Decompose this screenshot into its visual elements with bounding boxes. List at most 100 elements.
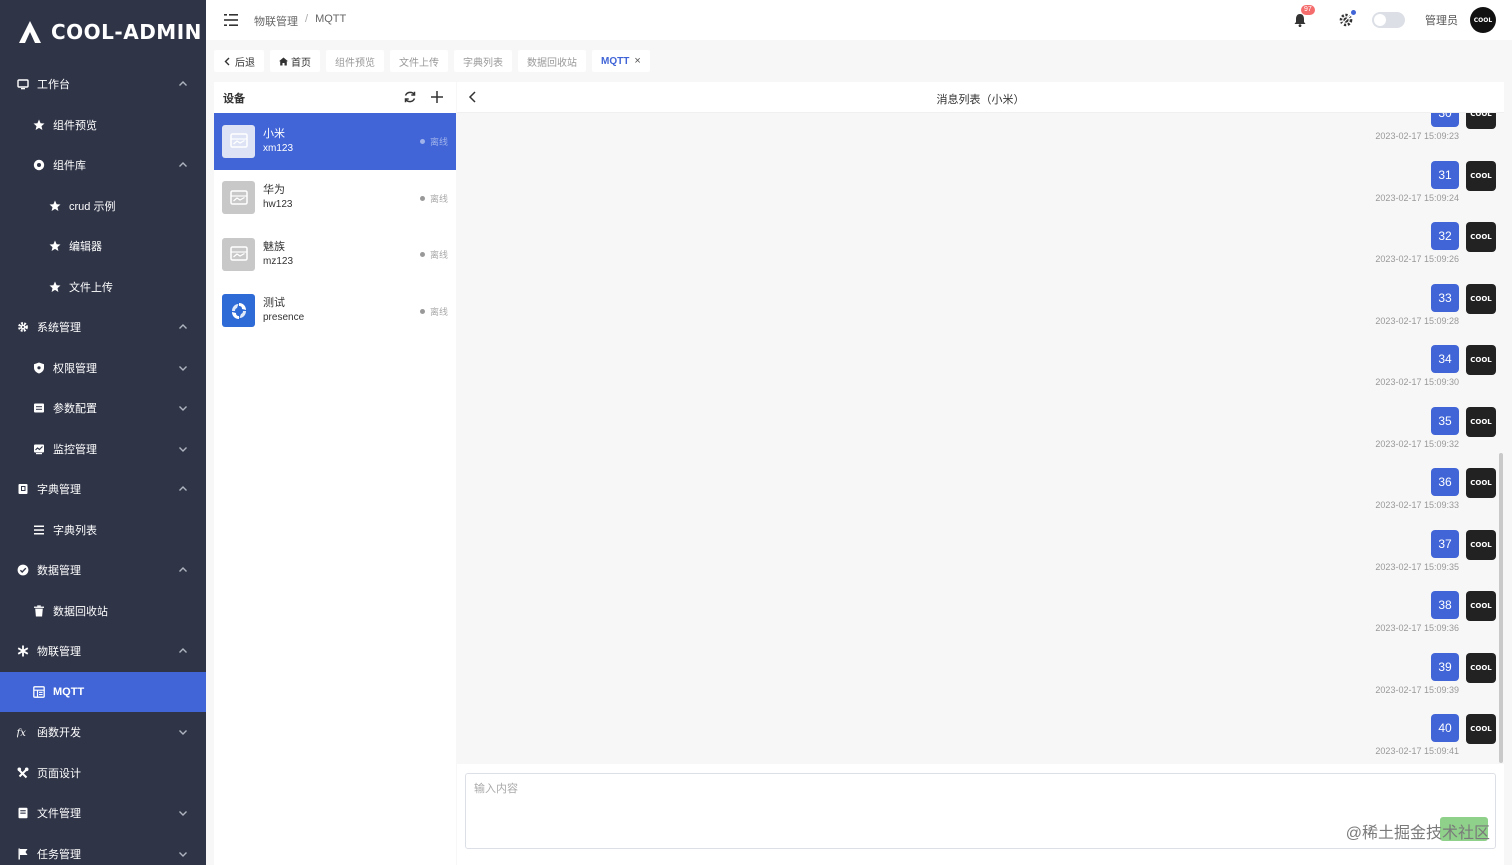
sidebar-item[interactable]: 数据回收站 — [0, 591, 206, 632]
message-avatar: COOL — [1466, 222, 1496, 252]
device-item[interactable]: 测试 presence 离线 — [214, 283, 456, 340]
add-icon[interactable] — [430, 90, 444, 104]
sidebar-item[interactable]: 工作台 — [0, 64, 206, 105]
circle-icon — [32, 158, 46, 172]
file-icon — [16, 806, 30, 820]
tools-icon — [16, 766, 30, 780]
chevron-up-icon — [178, 160, 188, 170]
tab[interactable]: 文件上传 — [390, 50, 448, 72]
message-bubble[interactable]: 32 — [1431, 222, 1459, 250]
sidebar-item-label: 字典列表 — [53, 524, 97, 537]
refresh-icon[interactable] — [403, 90, 417, 104]
notification-button[interactable]: 97 — [1292, 5, 1315, 28]
device-item[interactable]: 华为 hw123 离线 — [214, 170, 456, 227]
menu-toggle-icon[interactable] — [224, 13, 238, 27]
logo[interactable]: COOL-ADMIN — [0, 0, 206, 64]
tab[interactable]: MQTT × — [592, 50, 650, 72]
device-name: 小米 — [263, 127, 285, 140]
device-name: 华为 — [263, 184, 285, 197]
chevron-down-icon — [178, 403, 188, 413]
sidebar-item-label: crud 示例 — [69, 200, 116, 213]
message-bubble[interactable]: 34 — [1431, 345, 1459, 373]
device-item[interactable]: 小米 xm123 离线 — [214, 113, 456, 170]
message-bubble[interactable]: 35 — [1431, 406, 1459, 435]
message-bubble[interactable]: 31 — [1431, 160, 1459, 189]
message-bubble[interactable]: 37 — [1431, 529, 1459, 558]
sidebar-item[interactable]: 系统管理 — [0, 307, 206, 348]
message-composer — [465, 773, 1496, 849]
sidebar-item[interactable]: 字典列表 — [0, 510, 206, 551]
chevron-left-icon — [224, 57, 230, 65]
message-input[interactable] — [466, 774, 1495, 848]
gear-icon — [16, 320, 30, 334]
theme-settings-button[interactable] — [1338, 10, 1356, 28]
close-icon[interactable]: × — [634, 55, 640, 67]
send-button[interactable] — [1440, 817, 1488, 841]
message-bubble[interactable]: 40 — [1431, 714, 1459, 742]
sidebar-item[interactable]: 数据管理 — [0, 550, 206, 591]
sidebar-item[interactable]: 物联管理 — [0, 631, 206, 672]
chevron-up-icon — [178, 484, 188, 494]
device-status-text: 离线 — [429, 306, 448, 317]
sidebar-item[interactable]: 组件库 — [0, 145, 206, 186]
device-code: xm123 — [263, 142, 294, 154]
username[interactable]: 管理员 — [1425, 12, 1458, 28]
sidebar-item[interactable]: fx 函数开发 — [0, 712, 206, 753]
message-item: 36 COOL 2023-02-17 15:09:33 — [1196, 468, 1496, 528]
sidebar-item[interactable]: 组件预览 — [0, 105, 206, 146]
message-bubble[interactable]: 33 — [1431, 283, 1459, 312]
device-tools — [403, 90, 444, 104]
device-status: 离线 — [419, 248, 448, 261]
sidebar-item-label: 任务管理 — [37, 848, 81, 861]
avatar[interactable]: COOL — [1470, 7, 1496, 33]
device-status: 离线 — [419, 305, 448, 318]
process-tabs: 后退 首页 组件预览 文件上传 字典列表 数据回收站 MQTT × — [214, 50, 650, 72]
tab[interactable]: 数据回收站 — [518, 50, 586, 72]
device-panel-header: 设备 — [214, 82, 456, 113]
sidebar-item[interactable]: 监控管理 — [0, 429, 206, 470]
breadcrumb-item[interactable]: 物联管理 — [254, 13, 298, 29]
message-item: 30 COOL 2023-02-17 15:09:23 — [1196, 113, 1496, 159]
tab[interactable]: 首页 — [270, 50, 320, 72]
scrollbar-thumb[interactable] — [1499, 453, 1503, 763]
message-panel: 消息列表（小米） 40 COOL 2023-02-17 15:09:41 39 COOL… — [457, 82, 1504, 865]
message-bubble[interactable]: 38 — [1431, 591, 1459, 619]
sidebar-item[interactable]: 页面设计 — [0, 753, 206, 794]
tab[interactable]: 后退 — [214, 50, 264, 72]
tab[interactable]: 字典列表 — [454, 50, 512, 72]
message-bubble[interactable]: 36 — [1431, 468, 1459, 496]
message-bubble[interactable]: 39 — [1431, 652, 1459, 681]
sidebar-item[interactable]: 字典管理 — [0, 469, 206, 510]
message-avatar: COOL — [1466, 468, 1496, 498]
sidebar-item[interactable]: crud 示例 — [0, 186, 206, 227]
message-avatar: COOL — [1466, 714, 1496, 744]
logo-icon — [222, 294, 255, 328]
logo-icon — [19, 21, 41, 43]
sidebar-item[interactable]: 编辑器 — [0, 226, 206, 267]
chevron-up-icon — [178, 646, 188, 656]
tab-label: 后退 — [235, 57, 255, 69]
device-icon — [222, 124, 255, 158]
sidebar-item[interactable]: 任务管理 — [0, 834, 206, 865]
dark-mode-toggle[interactable] — [1372, 12, 1405, 28]
breadcrumb: 物联管理 / MQTT — [254, 13, 346, 29]
device-item[interactable]: 魅族 mz123 离线 — [214, 226, 456, 283]
message-panel-title: 消息列表（小米） — [936, 94, 1025, 106]
grid-icon — [32, 685, 46, 699]
sidebar-item[interactable]: 文件上传 — [0, 267, 206, 308]
sidebar-item[interactable]: 参数配置 — [0, 388, 206, 429]
device-info: 华为 hw123 — [263, 183, 292, 212]
device-info: 小米 xm123 — [263, 127, 293, 156]
message-item: 39 COOL 2023-02-17 15:09:39 — [1196, 652, 1496, 713]
sidebar-item-label: 文件管理 — [37, 808, 81, 821]
flag-icon — [16, 847, 30, 861]
sidebar-item[interactable]: MQTT — [0, 671, 206, 712]
tab-label: 数据回收站 — [527, 57, 577, 69]
device-status-text: 离线 — [429, 137, 448, 147]
message-bubble[interactable]: 30 — [1431, 113, 1459, 127]
sidebar-item[interactable]: 文件管理 — [0, 793, 206, 834]
sidebar-item[interactable]: 权限管理 — [0, 348, 206, 389]
tab[interactable]: 组件预览 — [326, 50, 384, 72]
toggle-knob — [1374, 14, 1386, 26]
message-list[interactable]: 40 COOL 2023-02-17 15:09:41 39 COOL 2023-02-1… — [457, 113, 1504, 764]
